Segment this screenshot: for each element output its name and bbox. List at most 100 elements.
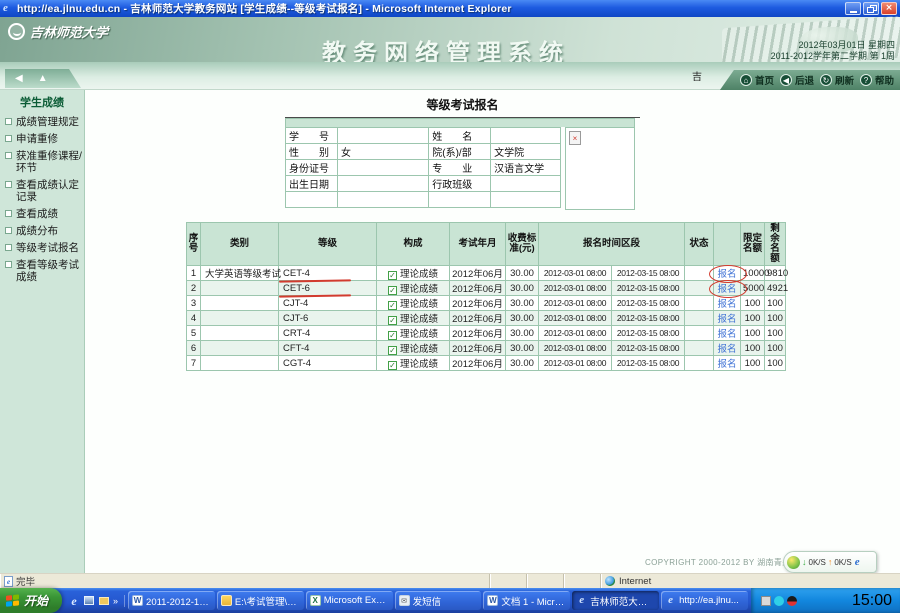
nav-help-button[interactable]: ?帮助	[860, 73, 894, 87]
sidebar-item-1[interactable]: 成绩管理规定	[5, 116, 84, 128]
security-tray-icon[interactable]	[839, 596, 849, 606]
sidebar-item-3[interactable]: 获准重修课程/环节	[5, 150, 84, 174]
sidebar-item-5[interactable]: 查看成绩	[5, 208, 84, 220]
form-label: 身份证号	[286, 160, 338, 176]
register-link[interactable]: 报名	[718, 269, 737, 280]
level-text: CET-4	[283, 268, 310, 279]
theory-score-checkbox[interactable]: ✓	[388, 361, 397, 370]
cell-register: 报名	[714, 266, 741, 281]
student-info-table: 学 号 姓 名 性 别 女 院(系)/部 文学院 身份证号	[285, 127, 561, 208]
theory-score-checkbox[interactable]: ✓	[388, 301, 397, 310]
restore-button[interactable]	[863, 2, 879, 15]
cell-exam-month: 2012年06月	[450, 326, 506, 341]
taskbar-button-4[interactable]: ✉发短信	[395, 591, 482, 610]
cell-fee: 30.00	[506, 341, 539, 356]
quick-launch-overflow-icon[interactable]: »	[113, 596, 118, 606]
composition-label: 理论成绩	[400, 284, 438, 295]
register-link[interactable]: 报名	[718, 299, 737, 310]
col-fee: 收费标准(元)	[506, 223, 539, 266]
level-text: CET-6	[283, 283, 310, 294]
cell-status	[685, 341, 714, 356]
cell-period-start: 2012-03-01 08:00	[539, 281, 612, 296]
title-bar: e http://ea.jlnu.edu.cn - 吉林师范大学教务网站 [学生…	[0, 0, 900, 17]
start-button[interactable]: 开始	[0, 588, 62, 613]
exam-row-2: 2CET-6✓理论成绩2012年06月30.002012-03-01 08:00…	[187, 281, 786, 296]
theory-score-checkbox[interactable]: ✓	[388, 286, 397, 295]
cell-quota: 100	[741, 356, 765, 371]
menu-square-icon	[5, 118, 12, 125]
nav-refresh-button[interactable]: ↻刷新	[820, 73, 854, 87]
sidebar-item-7[interactable]: 等级考试报名	[5, 242, 84, 254]
close-button[interactable]: ×	[881, 2, 897, 15]
level-text: CFT-4	[283, 343, 309, 354]
mail-launch-icon[interactable]	[98, 595, 110, 607]
show-desktop-icon[interactable]	[83, 595, 95, 607]
exam-header-row: 序号 类别 等级 构成 考试年月 收费标准(元) 报名时间区段 状态 限定名额 …	[187, 223, 786, 266]
display-tray-icon[interactable]	[826, 596, 836, 606]
taskbar-button-6[interactable]: e吉林师范大学 -...	[572, 591, 659, 610]
nav-label: 帮助	[875, 73, 894, 87]
cell-composition: ✓理论成绩	[377, 296, 450, 311]
form-empty-cell	[429, 192, 491, 208]
cell-fee: 30.00	[506, 281, 539, 296]
cell-period-end: 2012-03-15 08:00	[612, 356, 685, 371]
col-action	[714, 223, 741, 266]
register-link[interactable]: 报名	[718, 314, 737, 325]
id-number-value	[337, 160, 428, 176]
keyboard-tray-icon[interactable]	[761, 596, 771, 606]
sidebar-item-label: 查看成绩认定记录	[16, 179, 84, 203]
theory-score-checkbox[interactable]: ✓	[388, 271, 397, 280]
level-text: CJT-4	[283, 298, 308, 309]
taskbar-button-1[interactable]: W2011-2012-1补...	[128, 591, 215, 610]
col-no: 序号	[187, 223, 201, 266]
cell-fee: 30.00	[506, 326, 539, 341]
messenger-tray-icon[interactable]	[774, 596, 784, 606]
taskbar-button-3[interactable]: XMicrosoft Exce...	[306, 591, 393, 610]
collapse-up-icon[interactable]: ▲	[38, 74, 48, 84]
cell-quota: 100	[741, 311, 765, 326]
network-tray-icon[interactable]	[813, 596, 823, 606]
taskbar-button-2[interactable]: E:\考试管理\20...	[217, 591, 304, 610]
ie-launch-icon[interactable]: e	[68, 595, 80, 607]
sidebar-item-6[interactable]: 成绩分布	[5, 225, 84, 237]
message-icon: ✉	[399, 595, 410, 606]
taskbar-button-label: Microsoft Exce...	[324, 595, 389, 606]
exam-row-5: 5CRT-4✓理论成绩2012年06月30.002012-03-01 08:00…	[187, 326, 786, 341]
sidebar-item-4[interactable]: 查看成绩认定记录	[5, 179, 84, 203]
taskbar-button-7[interactable]: ehttp://ea.jlnu...	[661, 591, 748, 610]
sidebar-item-label: 查看成绩	[16, 208, 58, 220]
register-link[interactable]: 报名	[718, 359, 737, 370]
sidebar-collapse-tab[interactable]: ◀ ▲	[5, 69, 81, 88]
qq-tray-icon[interactable]	[787, 596, 797, 606]
form-label: 行政班级	[429, 176, 491, 192]
register-link[interactable]: 报名	[718, 329, 737, 340]
cell-composition: ✓理论成绩	[377, 311, 450, 326]
theory-score-checkbox[interactable]: ✓	[388, 331, 397, 340]
upload-speed: 0K/S	[834, 558, 851, 567]
form-row	[286, 192, 561, 208]
help-icon: ?	[860, 74, 872, 86]
collapse-left-icon[interactable]: ◀	[15, 74, 23, 84]
register-link[interactable]: 报名	[718, 344, 737, 355]
status-text: 完毕	[16, 574, 35, 588]
nav-home-button[interactable]: ⌂首页	[740, 73, 774, 87]
register-link[interactable]: 报名	[718, 284, 737, 295]
college-value: 文学院	[491, 144, 561, 160]
theory-score-checkbox[interactable]: ✓	[388, 346, 397, 355]
sidebar-item-2[interactable]: 申请重修	[5, 133, 84, 145]
cell-category	[201, 296, 279, 311]
header-banner: 吉林师范大学 教务网络管理系统 2012年03月01日 星期四 2011-201…	[0, 17, 900, 62]
cell-period-end: 2012-03-15 08:00	[612, 296, 685, 311]
minimize-button[interactable]	[845, 2, 861, 15]
network-speed-widget[interactable]: ↓ 0K/S ↑ 0K/S e	[783, 551, 877, 573]
cell-period-end: 2012-03-15 08:00	[612, 266, 685, 281]
theory-score-checkbox[interactable]: ✓	[388, 316, 397, 325]
qq-pink-tray-icon[interactable]	[800, 596, 810, 606]
current-date: 2012年03月01日 星期四	[771, 40, 895, 51]
taskbar-button-5[interactable]: W文档 1 - Micro...	[483, 591, 570, 610]
cell-period-end: 2012-03-15 08:00	[612, 311, 685, 326]
sidebar-item-8[interactable]: 查看等级考试成绩	[5, 259, 84, 283]
ie-icon: e	[576, 595, 587, 606]
col-level: 等级	[279, 223, 377, 266]
nav-back-button[interactable]: ◀后退	[780, 73, 814, 87]
